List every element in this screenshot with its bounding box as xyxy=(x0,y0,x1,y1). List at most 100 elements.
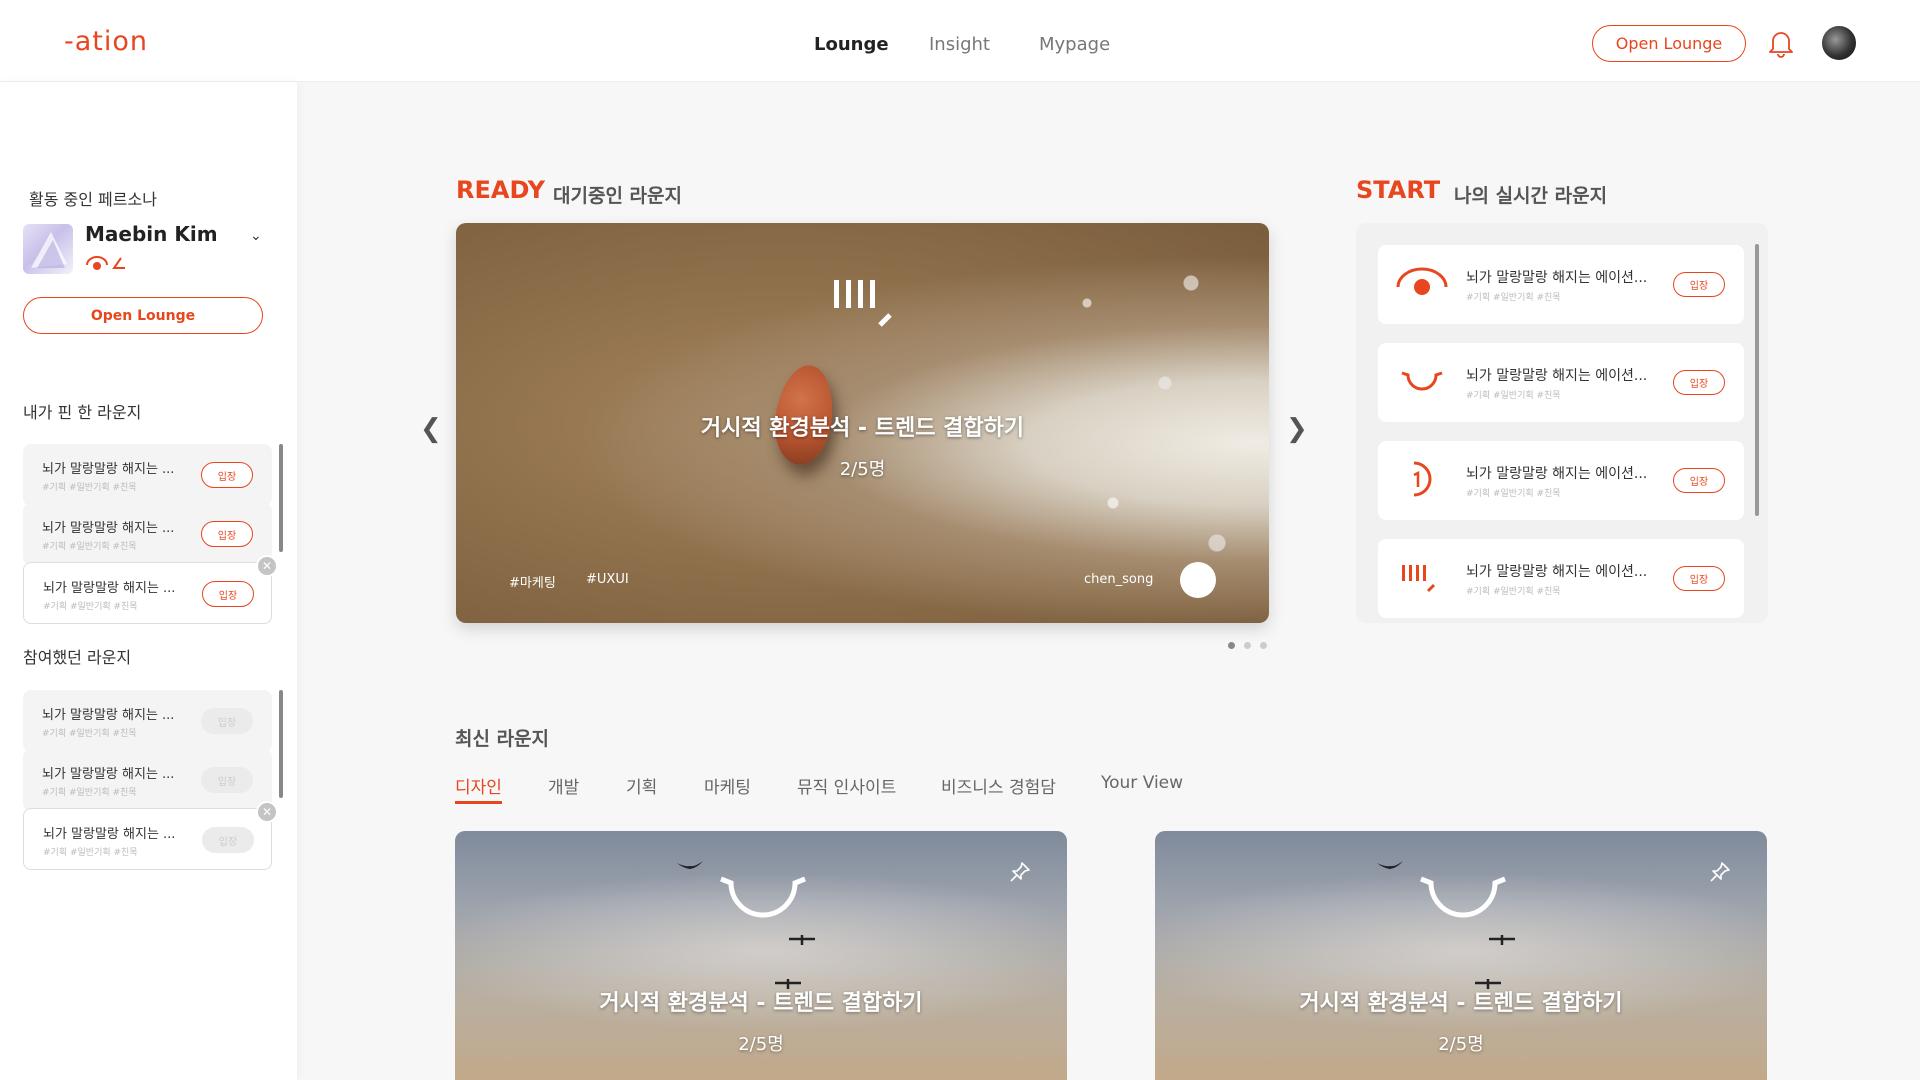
bird-graphic xyxy=(1377,861,1403,869)
host-avatar xyxy=(1180,562,1216,598)
pinned-lounge-card[interactable]: 뇌가 말랑말랑 해지는 ... #기획 #일반기획 #친목 입장 xyxy=(23,444,272,506)
carousel-pagination[interactable] xyxy=(1228,634,1276,653)
pinned-lounge-card[interactable]: 뇌가 말랑말랑 해지는 ... #기획 #일반기획 #친목 입장 xyxy=(23,562,272,624)
enter-button-disabled: 입장 xyxy=(201,767,253,793)
card-title: 뇌가 말랑말랑 해지는 에이션... xyxy=(1466,270,1648,286)
bird-graphic xyxy=(789,935,815,945)
card-title: 뇌가 말랑말랑 해지는 에이션... xyxy=(1466,368,1648,384)
lines-icon xyxy=(834,280,892,327)
realtime-lounge-card[interactable]: 뇌가 말랑말랑 해지는 에이션... #기획 #일반기획 #친목 입장 xyxy=(1378,245,1744,324)
hero-tag[interactable]: #UXUI xyxy=(586,572,629,587)
card-title: 거시적 환경분석 - 트렌드 결합하기 xyxy=(1299,991,1623,1016)
pagination-dot[interactable] xyxy=(1228,642,1235,649)
nav-insight[interactable]: Insight xyxy=(929,34,990,55)
pin-icon[interactable] xyxy=(1009,861,1031,883)
ear-icon xyxy=(1413,461,1432,497)
card-participant-count: 2/5명 xyxy=(738,1034,784,1055)
persona-traits-icons xyxy=(86,256,125,270)
joined-scrollbar[interactable] xyxy=(279,690,283,798)
close-icon[interactable]: ✕ xyxy=(256,801,278,823)
tab-music-insight[interactable]: 뮤직 인사이트 xyxy=(797,773,896,798)
enter-button[interactable]: 입장 xyxy=(1673,370,1725,395)
realtime-lounge-panel: 뇌가 말랑말랑 해지는 에이션... #기획 #일반기획 #친목 입장 뇌가 말… xyxy=(1356,223,1768,623)
enter-button[interactable]: 입장 xyxy=(201,521,253,547)
card-title: 뇌가 말랑말랑 해지는 ... xyxy=(42,767,175,782)
open-lounge-button[interactable]: Open Lounge xyxy=(1592,25,1746,62)
persona-section-title: 활동 중인 페르소나 xyxy=(29,190,157,209)
smile-icon xyxy=(720,876,806,918)
bird-graphic xyxy=(1489,935,1515,945)
enter-button-disabled: 입장 xyxy=(202,827,254,853)
card-tags: #기획 #일반기획 #친목 xyxy=(42,729,137,739)
hero-participant-count: 2/5명 xyxy=(839,459,886,480)
card-title: 뇌가 말랑말랑 해지는 ... xyxy=(42,521,175,536)
sidebar-open-lounge-button[interactable]: Open Lounge xyxy=(23,297,263,334)
start-subtitle: 나의 실시간 라운지 xyxy=(1454,185,1608,207)
close-icon[interactable]: ✕ xyxy=(256,555,278,577)
tab-business-story[interactable]: 비즈니스 경험담 xyxy=(941,773,1056,798)
card-tags: #기획 #일반기획 #친목 xyxy=(43,602,138,612)
start-title: START xyxy=(1356,176,1441,204)
card-title: 거시적 환경분석 - 트렌드 결합하기 xyxy=(599,991,923,1016)
card-title: 뇌가 말랑말랑 해지는 에이션... xyxy=(1466,564,1648,580)
ready-hero-card[interactable]: 거시적 환경분석 - 트렌드 결합하기 2/5명 #마케팅 #UXUI chen… xyxy=(456,223,1269,623)
pinned-section-title: 내가 핀 한 라운지 xyxy=(23,403,142,422)
nav-mypage[interactable]: Mypage xyxy=(1039,34,1110,55)
enter-button[interactable]: 입장 xyxy=(1673,468,1725,493)
card-tags: #기획 #일반기획 #친목 xyxy=(1466,391,1561,401)
tab-planning[interactable]: 기획 xyxy=(626,773,657,798)
hero-host-name: chen_song xyxy=(1084,572,1154,587)
hero-title: 거시적 환경분석 - 트렌드 결합하기 xyxy=(700,416,1025,441)
latest-lounge-card[interactable]: 거시적 환경분석 - 트렌드 결합하기 2/5명 xyxy=(1155,831,1767,1080)
pagination-dot[interactable] xyxy=(1260,642,1267,649)
tab-design[interactable]: 디자인 xyxy=(455,773,502,798)
card-title: 뇌가 말랑말랑 해지는 ... xyxy=(42,708,175,723)
tab-your-view[interactable]: Your View xyxy=(1101,773,1183,793)
pagination-dot[interactable] xyxy=(1244,642,1251,649)
enter-button-disabled: 입장 xyxy=(201,708,253,734)
pinned-lounge-card[interactable]: 뇌가 말랑말랑 해지는 ... #기획 #일반기획 #친목 입장 xyxy=(23,503,272,565)
tab-marketing[interactable]: 마케팅 xyxy=(704,773,751,798)
eye-icon xyxy=(1396,267,1448,295)
realtime-lounge-card[interactable]: 뇌가 말랑말랑 해지는 에이션... #기획 #일반기획 #친목 입장 xyxy=(1378,343,1744,422)
card-tags: #기획 #일반기획 #친목 xyxy=(1466,293,1561,303)
chevron-right-icon[interactable]: ❯ xyxy=(1286,414,1308,444)
card-tags: #기획 #일반기획 #친목 xyxy=(42,542,137,552)
realtime-lounge-card[interactable]: 뇌가 말랑말랑 해지는 에이션... #기획 #일반기획 #친목 입장 xyxy=(1378,441,1744,520)
card-participant-count: 2/5명 xyxy=(1438,1034,1484,1055)
card-tags: #기획 #일반기획 #친목 xyxy=(42,483,137,493)
bell-icon[interactable] xyxy=(1767,28,1795,58)
joined-lounge-card[interactable]: 뇌가 말랑말랑 해지는 ... #기획 #일반기획 #친목 입장 xyxy=(23,690,272,752)
realtime-scrollbar[interactable] xyxy=(1755,244,1759,516)
tab-development[interactable]: 개발 xyxy=(548,773,579,798)
sidebar: 활동 중인 페르소나 Maebin Kim ⌄ Open Lounge 내가 핀… xyxy=(0,82,297,1080)
enter-button[interactable]: 입장 xyxy=(201,462,253,488)
card-title: 뇌가 말랑말랑 해지는 ... xyxy=(42,462,175,477)
pinned-scrollbar[interactable] xyxy=(279,444,283,552)
enter-button[interactable]: 입장 xyxy=(1673,272,1725,297)
smile-icon xyxy=(1420,876,1506,918)
nav-lounge[interactable]: Lounge xyxy=(814,34,889,55)
card-tags: #기획 #일반기획 #친목 xyxy=(1466,587,1561,597)
top-header: -ation Lounge Insight Mypage Open Lounge xyxy=(0,0,1920,82)
latest-section-title: 최신 라운지 xyxy=(455,728,550,750)
hero-tag[interactable]: #마케팅 xyxy=(509,572,556,591)
realtime-lounge-card[interactable]: 뇌가 말랑말랑 해지는 에이션... #기획 #일반기획 #친목 입장 xyxy=(1378,539,1744,618)
card-title: 뇌가 말랑말랑 해지는 에이션... xyxy=(1466,466,1648,482)
ready-subtitle: 대기중인 라운지 xyxy=(553,185,682,207)
pin-icon[interactable] xyxy=(1709,861,1731,883)
card-tags: #기획 #일반기획 #친목 xyxy=(43,848,138,858)
chevron-left-icon[interactable]: ❮ xyxy=(420,414,442,444)
card-title: 뇌가 말랑말랑 해지는 ... xyxy=(43,581,176,596)
latest-lounge-card[interactable]: 거시적 환경분석 - 트렌드 결합하기 2/5명 xyxy=(455,831,1067,1080)
enter-button[interactable]: 입장 xyxy=(1673,566,1725,591)
joined-section-title: 참여했던 라운지 xyxy=(23,648,132,667)
joined-lounge-card[interactable]: 뇌가 말랑말랑 해지는 ... #기획 #일반기획 #친목 입장 xyxy=(23,808,272,870)
joined-lounge-card[interactable]: 뇌가 말랑말랑 해지는 ... #기획 #일반기획 #친목 입장 xyxy=(23,749,272,811)
enter-button[interactable]: 입장 xyxy=(202,581,254,607)
ready-title: READY xyxy=(456,176,546,204)
chevron-down-icon[interactable]: ⌄ xyxy=(250,228,262,244)
smile-icon xyxy=(1401,371,1443,391)
avatar[interactable] xyxy=(1820,24,1858,62)
persona-image xyxy=(23,224,73,274)
